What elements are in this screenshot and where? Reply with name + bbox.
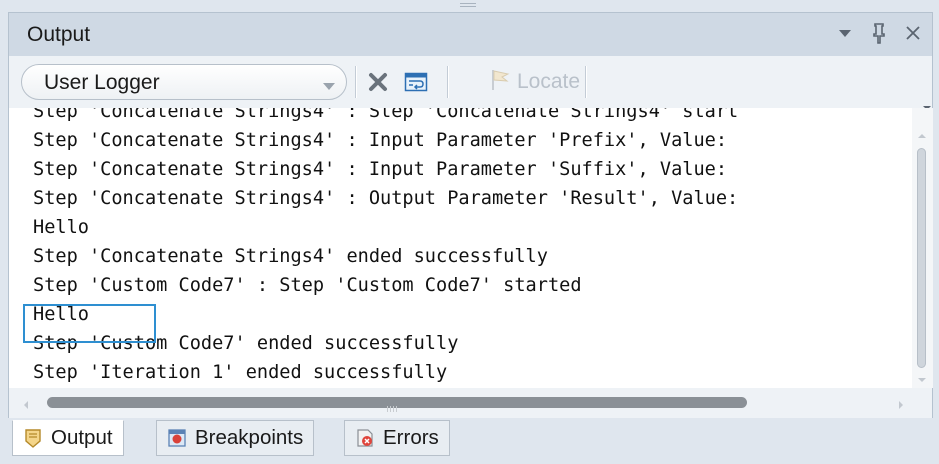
- locate-button[interactable]: Locate: [489, 66, 580, 98]
- tab-errors[interactable]: Errors: [344, 420, 450, 456]
- toolbar-separator: [585, 66, 587, 98]
- tab-errors-label: Errors: [383, 426, 439, 449]
- output-panel: Output User Logger Locate Step 'Concaten…: [0, 0, 939, 464]
- errors-icon: [355, 428, 375, 448]
- breakpoints-icon: [167, 428, 187, 448]
- logger-select[interactable]: User Logger: [21, 64, 347, 100]
- dock-grip[interactable]: [460, 3, 476, 7]
- flag-icon: [489, 68, 511, 97]
- log-line: Step 'Custom Code7' : Step 'Custom Code7…: [33, 275, 582, 296]
- log-line: Step 'Concatenate Strings4' ended succes…: [33, 246, 548, 267]
- log-line: Hello: [33, 217, 89, 238]
- horizontal-scroll-thumb[interactable]: [47, 397, 747, 412]
- scroll-down-icon[interactable]: [917, 370, 927, 388]
- log-output[interactable]: Step 'Concatenate Strings4' : Step 'Conc…: [8, 108, 933, 388]
- log-line: Step 'Concatenate Strings4' : Input Para…: [33, 130, 728, 151]
- scrollbar-corner: [912, 388, 933, 418]
- pin-icon[interactable]: [868, 21, 890, 45]
- panel-titlebar: Output: [8, 12, 933, 56]
- chevron-down-icon: [322, 78, 336, 96]
- scroll-grip: [387, 399, 401, 412]
- logger-select-value: User Logger: [44, 71, 160, 94]
- panel-tabs: Output Breakpoints Errors: [8, 418, 933, 458]
- close-icon[interactable]: [902, 21, 924, 45]
- log-line: Step 'Concatenate Strings4' : Input Para…: [33, 159, 728, 180]
- toolbar-separator: [447, 66, 449, 98]
- log-line: Step 'Iteration 1' ended successfully: [33, 362, 448, 383]
- clear-icon[interactable]: [365, 69, 391, 95]
- highlight-box: [23, 304, 156, 343]
- output-toolbar: User Logger Locate: [8, 56, 933, 110]
- scroll-up-icon[interactable]: [917, 126, 927, 144]
- vertical-scrollbar[interactable]: [912, 108, 933, 388]
- horizontal-scrollbar[interactable]: [8, 388, 912, 418]
- scroll-left-icon[interactable]: [23, 397, 29, 415]
- log-line: Step 'Concatenate Strings4' : Step 'Conc…: [33, 108, 739, 122]
- toolbar-separator: [355, 66, 357, 98]
- tab-output[interactable]: Output: [12, 420, 124, 456]
- tab-output-label: Output: [51, 426, 113, 449]
- word-wrap-icon[interactable]: [403, 69, 429, 95]
- locate-label: Locate: [517, 70, 581, 93]
- panel-title: Output: [27, 23, 91, 46]
- output-icon: [23, 428, 43, 448]
- vertical-scroll-thumb[interactable]: [917, 148, 926, 368]
- scroll-right-icon[interactable]: [898, 397, 904, 415]
- title-controls: [834, 21, 924, 45]
- dropdown-menu-icon[interactable]: [834, 21, 856, 45]
- tab-breakpoints[interactable]: Breakpoints: [156, 420, 315, 456]
- tab-breakpoints-label: Breakpoints: [195, 426, 304, 449]
- log-lines: Step 'Concatenate Strings4' : Step 'Conc…: [33, 108, 738, 387]
- log-line: Step 'Concatenate Strings4' : Output Par…: [33, 188, 739, 209]
